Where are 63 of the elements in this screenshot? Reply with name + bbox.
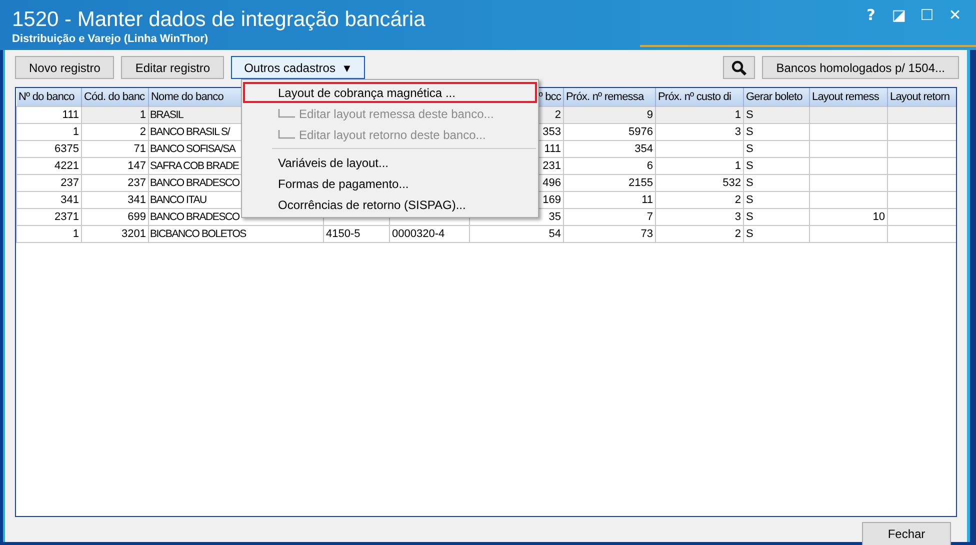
column-header[interactable]: Layout remess xyxy=(810,88,888,106)
table-cell: 6375 xyxy=(16,140,82,157)
table-cell: 2 xyxy=(656,225,744,242)
table-cell: 54 xyxy=(470,225,564,242)
table-cell: S xyxy=(744,140,810,157)
table-cell: 71 xyxy=(82,140,148,157)
toolbar-button[interactable]: Novo registro xyxy=(15,56,114,79)
column-header[interactable]: Próx. nº custo di xyxy=(656,88,744,106)
table-cell: S xyxy=(744,106,810,123)
table-cell: S xyxy=(744,208,810,225)
column-header[interactable]: Próx. nº remessa xyxy=(564,88,656,106)
dropdown-button[interactable]: Outros cadastros ▼ xyxy=(231,56,366,79)
table-cell: 341 xyxy=(16,191,82,208)
table-cell: 73 xyxy=(564,225,656,242)
table-cell: 2371 xyxy=(16,208,82,225)
column-header[interactable]: Cód. do banc xyxy=(82,88,148,106)
table-cell: 111 xyxy=(16,106,82,123)
table-cell: 1 xyxy=(16,225,82,242)
column-header[interactable]: Layout retorn xyxy=(888,88,956,106)
table-cell: 354 xyxy=(564,140,656,157)
table-cell: 1 xyxy=(656,157,744,174)
table-cell: BICBANCO BOLETOS xyxy=(148,225,324,242)
table-cell: 0000320-4 xyxy=(390,225,470,242)
table-cell: 9 xyxy=(564,106,656,123)
table-cell: 3201 xyxy=(82,225,148,242)
table-cell: 11 xyxy=(564,191,656,208)
table-cell: 2 xyxy=(82,123,148,140)
table-cell: 4221 xyxy=(16,157,82,174)
table-cell: 5976 xyxy=(564,123,656,140)
table-cell: S xyxy=(744,191,810,208)
table-cell: 7 xyxy=(564,208,656,225)
table-cell: S xyxy=(744,157,810,174)
search-icon xyxy=(731,60,748,76)
tree-branch-icon xyxy=(278,108,296,118)
table-cell: 532 xyxy=(656,174,744,191)
table-cell: 10 xyxy=(810,208,888,225)
table-cell: S xyxy=(744,174,810,191)
table-cell: 147 xyxy=(82,157,148,174)
table-cell: 1 xyxy=(656,106,744,123)
close-button[interactable]: Fechar xyxy=(862,522,951,545)
column-header[interactable]: Gerar boleto xyxy=(744,88,810,106)
tree-branch-icon xyxy=(278,130,296,140)
table-cell: 341 xyxy=(82,191,148,208)
table-cell: 3 xyxy=(656,208,744,225)
menu-item[interactable]: Layout de cobrança magnética ... xyxy=(243,82,537,103)
toolbar-button[interactable]: Bancos homologados p/ 1504... xyxy=(762,56,959,79)
table-cell: 237 xyxy=(16,174,82,191)
table-cell: 2 xyxy=(656,191,744,208)
toolbar-button[interactable]: Editar registro xyxy=(121,56,224,79)
table-cell: 1 xyxy=(82,106,148,123)
table-cell: 237 xyxy=(82,174,148,191)
table-cell: 4150-5 xyxy=(324,225,390,242)
window-subtitle: Distribuição e Varejo (Linha WinThor) xyxy=(12,33,210,45)
table-cell: 2155 xyxy=(564,174,656,191)
table-cell: 699 xyxy=(82,208,148,225)
column-header[interactable]: Nº do banco xyxy=(16,88,82,106)
table-cell: 3 xyxy=(656,123,744,140)
table-cell: 1 xyxy=(16,123,82,140)
table-cell: S xyxy=(744,123,810,140)
search-button[interactable] xyxy=(723,56,756,79)
window-title: 1520 - Manter dados de integração bancária xyxy=(12,7,426,32)
table-cell: S xyxy=(744,225,810,242)
table-cell: 6 xyxy=(564,157,656,174)
